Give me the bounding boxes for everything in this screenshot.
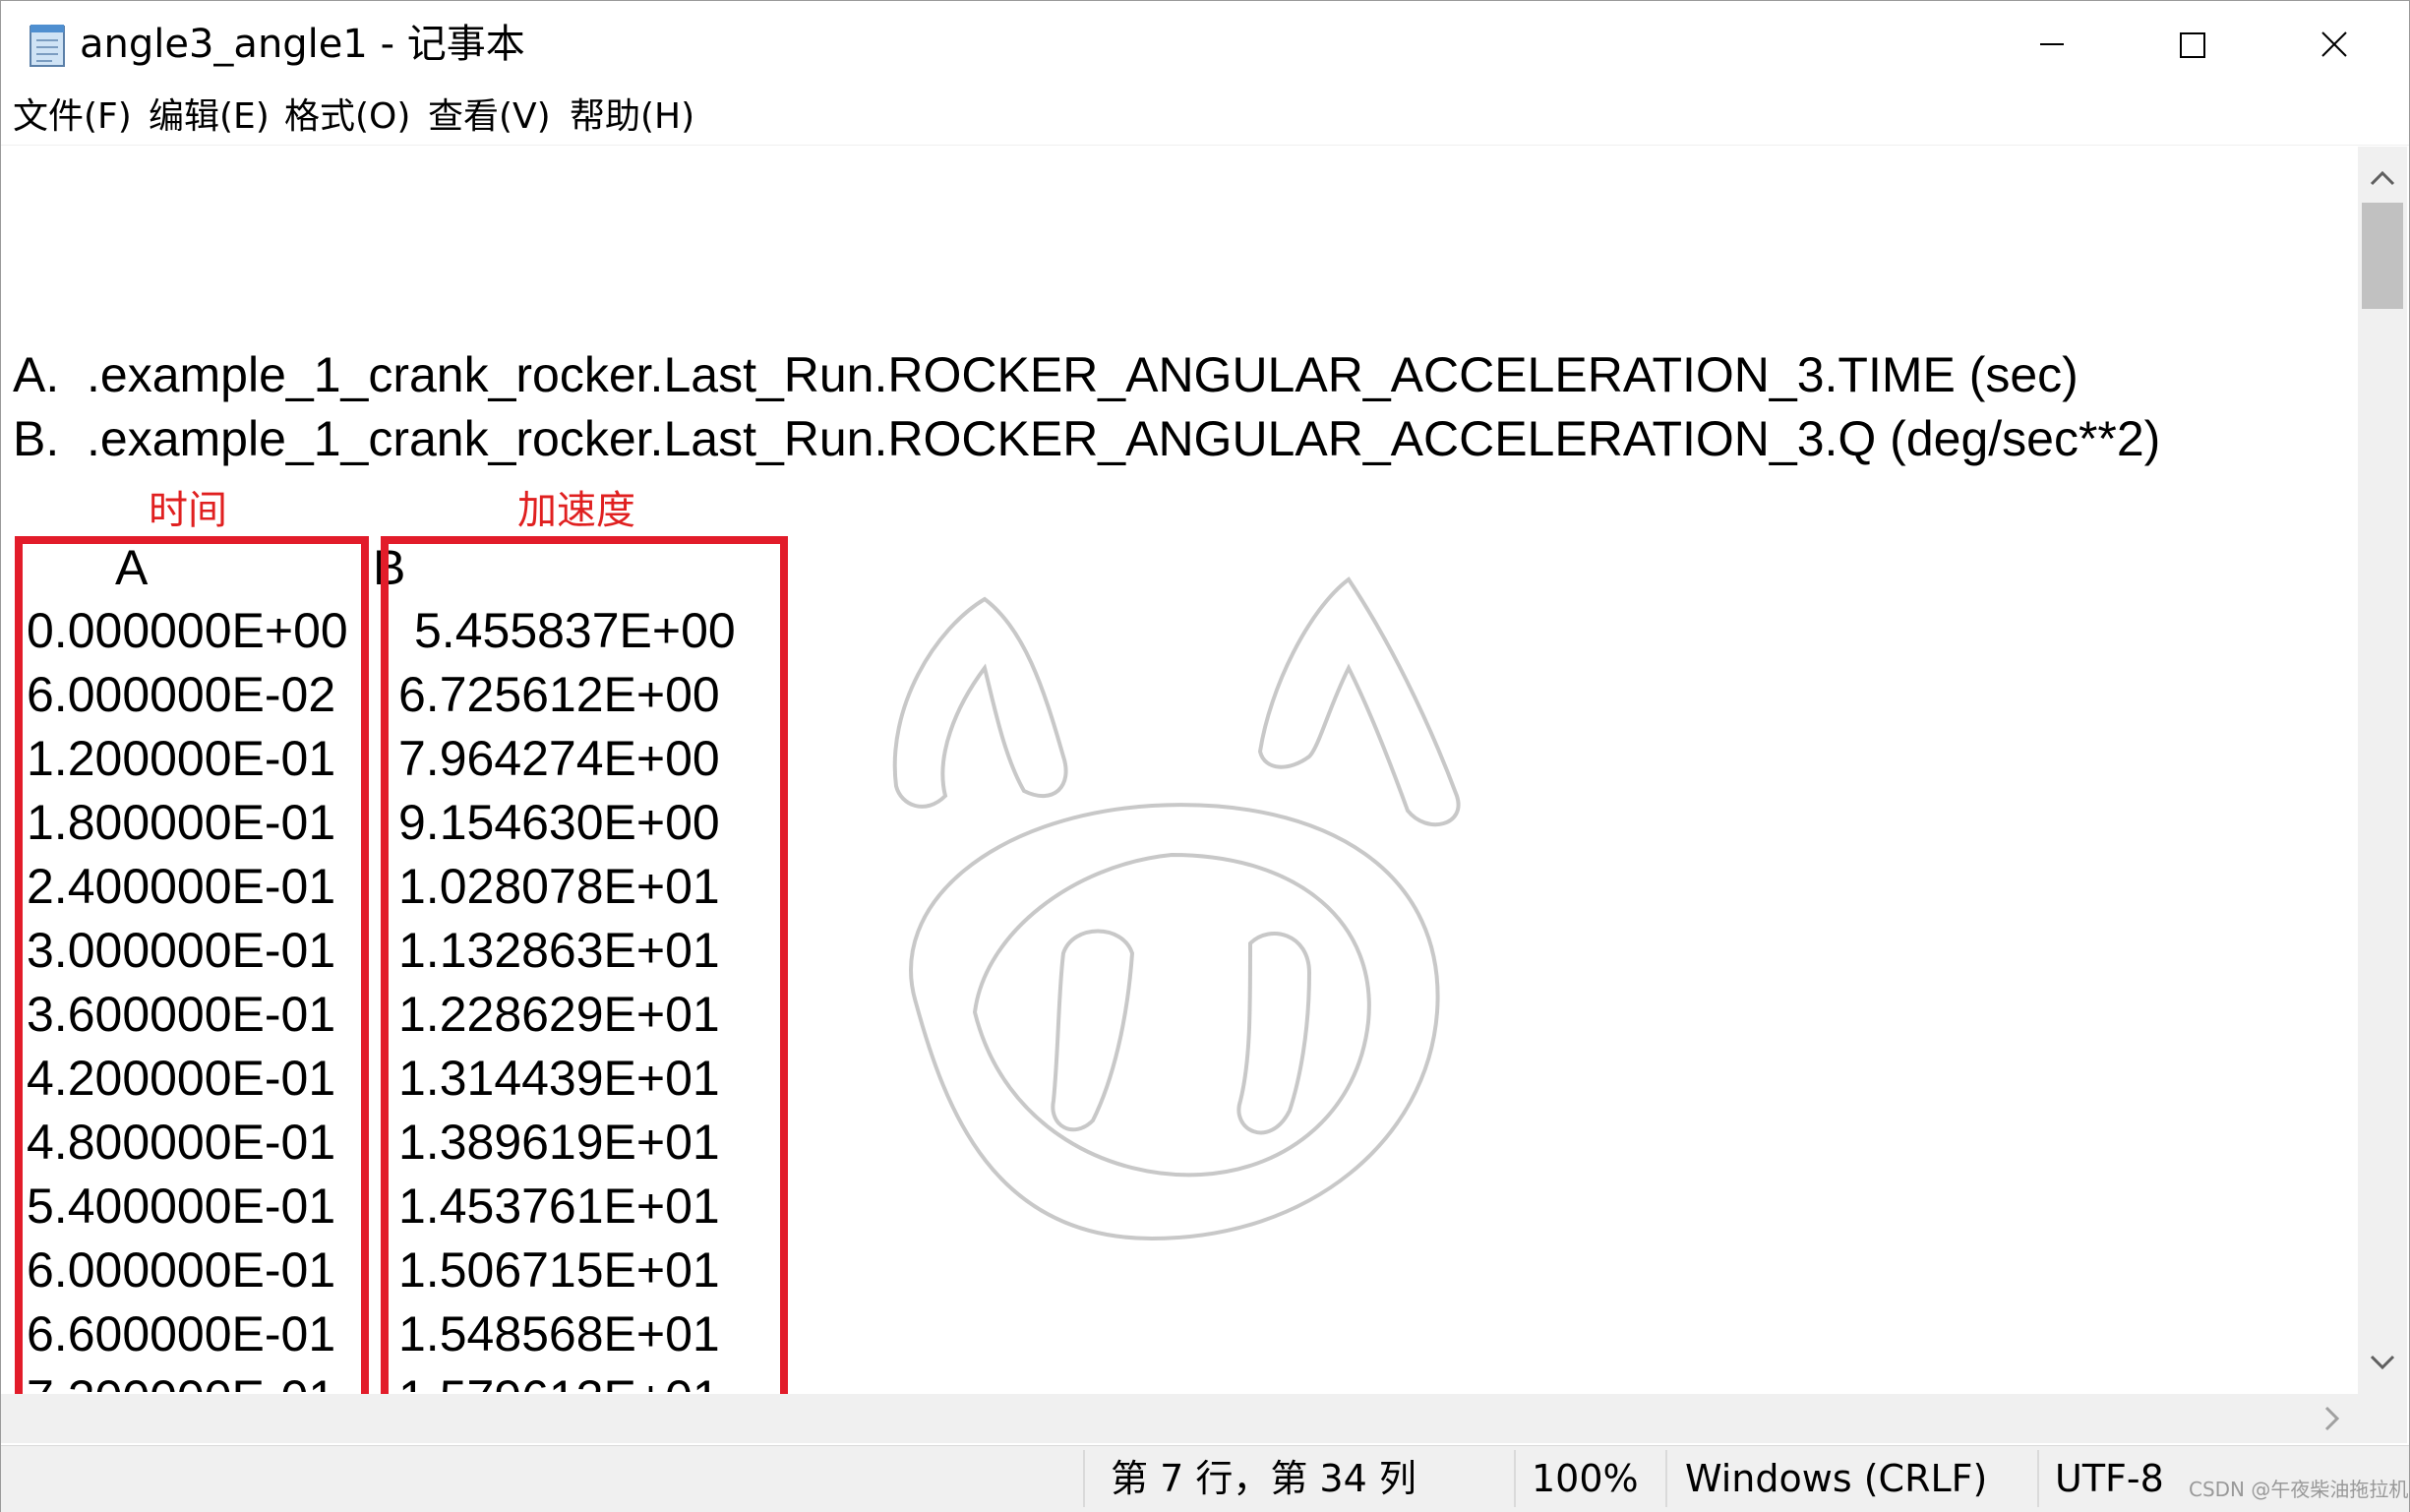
notepad-window: angle3_angle1 - 记事本 文件(F) 编辑(E) 格式(O) 查看… — [0, 0, 2410, 1512]
menu-format[interactable]: 格式(O) — [284, 90, 410, 145]
watermark-credit: CSDN @午夜柴油拖拉机 — [2189, 1478, 2409, 1501]
status-separator — [1514, 1450, 1516, 1507]
highlight-box-acceleration — [381, 536, 788, 1394]
menu-help[interactable]: 帮助(H) — [570, 90, 694, 145]
menu-edit[interactable]: 编辑(E) — [149, 90, 270, 145]
scroll-right-icon[interactable] — [2307, 1394, 2356, 1443]
line-ending: Windows (CRLF) — [1685, 1457, 1988, 1500]
window-title: angle3_angle1 - 记事本 — [80, 22, 525, 67]
cursor-position: 第 7 行，第 34 列 — [1111, 1457, 1416, 1500]
annotation-acceleration: 加速度 — [517, 488, 635, 533]
title-bar[interactable]: angle3_angle1 - 记事本 — [1, 1, 2409, 88]
menu-bar: 文件(F) 编辑(E) 格式(O) 查看(V) 帮助(H) — [1, 90, 2409, 146]
zoom-level: 100% — [1532, 1457, 1639, 1500]
status-separator — [1083, 1450, 1085, 1507]
encoding: UTF-8 — [2055, 1457, 2164, 1500]
maximize-icon — [2180, 32, 2205, 58]
annotation-time: 时间 — [149, 488, 227, 533]
scrollbar-corner — [2358, 1394, 2407, 1443]
minimize-button[interactable] — [1983, 1, 2121, 88]
notepad-icon — [30, 25, 65, 67]
vertical-scrollbar[interactable] — [2358, 147, 2407, 1394]
legend-line-a: A. .example_1_crank_rocker.Last_Run.ROCK… — [13, 347, 2079, 402]
close-button[interactable] — [2265, 1, 2403, 88]
menu-view[interactable]: 查看(V) — [428, 90, 551, 145]
text-editor[interactable]: A. .example_1_crank_rocker.Last_Run.ROCK… — [1, 147, 2358, 1394]
maximize-button[interactable] — [2124, 1, 2261, 88]
scroll-down-icon[interactable] — [2358, 1337, 2407, 1386]
legend-line-b: B. .example_1_crank_rocker.Last_Run.ROCK… — [13, 411, 2161, 466]
status-separator — [2037, 1450, 2039, 1507]
vertical-scroll-thumb[interactable] — [2362, 203, 2403, 309]
horizontal-scrollbar[interactable] — [1, 1394, 2358, 1443]
status-bar: 第 7 行，第 34 列 100% Windows (CRLF) UTF-8 — [1, 1445, 2409, 1512]
menu-file[interactable]: 文件(F) — [13, 90, 132, 145]
highlight-box-time — [15, 536, 369, 1394]
scroll-up-icon[interactable] — [2358, 154, 2407, 204]
minimize-icon — [2040, 43, 2064, 45]
status-separator — [1665, 1450, 1667, 1507]
close-icon — [2321, 31, 2347, 57]
